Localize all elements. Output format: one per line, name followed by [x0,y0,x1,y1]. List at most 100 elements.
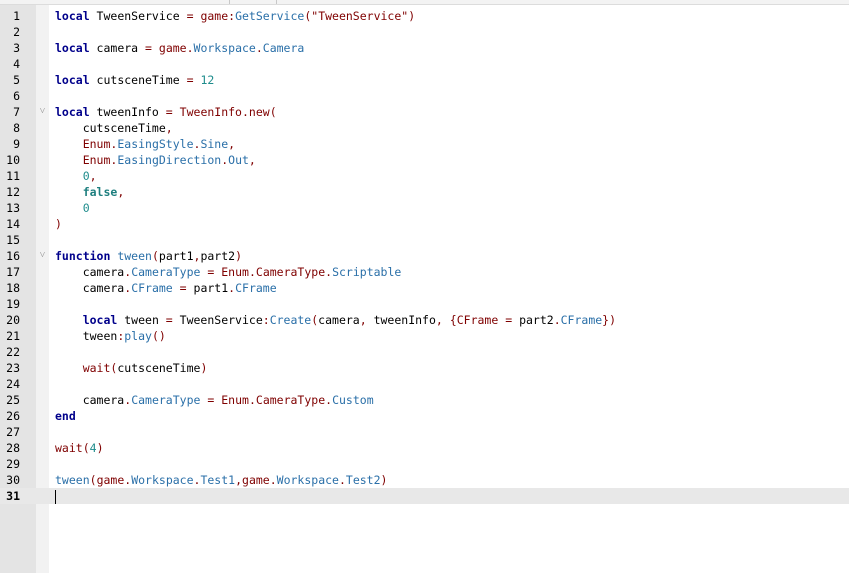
code-token: CameraType [131,265,201,279]
code-token: local [82,313,118,327]
code-line[interactable]: 4 [0,56,849,72]
code-line[interactable]: 18 camera.CFrame = part1.CFrame [0,280,849,296]
code-token: camera [318,313,360,327]
code-line[interactable]: 7 ˅ local tweenInfo = TweenInfo.new( [0,104,849,120]
code-line[interactable]: 8 cutsceneTime, [0,120,849,136]
code-lines[interactable]: 1 local TweenService = game:GetService("T… [0,8,849,504]
code-text[interactable]: ) [55,216,62,232]
code-text[interactable]: camera.CFrame = part1.CFrame [55,280,277,296]
code-text[interactable]: cutsceneTime, [55,120,173,136]
code-token: CFrame [456,313,499,327]
code-text[interactable]: wait(cutsceneTime) [55,360,208,376]
line-number: 29 [6,457,20,471]
code-token: Workspace [276,473,339,487]
code-line[interactable]: 16 ˅ function tween(part1,part2) [0,248,849,264]
code-token: , [117,185,125,199]
code-text[interactable]: 0 [55,200,90,216]
code-line[interactable]: 6 [0,88,849,104]
line-number: 3 [13,41,20,55]
code-text[interactable]: 0, [55,168,97,184]
code-text[interactable]: tween:play() [55,328,166,344]
code-token: tweenInfo [366,313,436,327]
line-number: 23 [6,361,20,375]
code-line[interactable]: 22 [0,344,849,360]
line-number: 21 [6,329,20,343]
code-line[interactable]: 3 local camera = game.Workspace.Camera [0,40,849,56]
code-line[interactable]: 25 camera.CameraType = Enum.CameraType.C… [0,392,849,408]
code-text[interactable]: local tween = TweenService:Create(camera… [55,312,616,328]
code-text[interactable]: Enum.EasingStyle.Sine, [55,136,235,152]
code-token: TweenService [172,313,263,327]
code-line[interactable]: 31 [0,488,849,504]
code-text[interactable]: false, [55,184,125,200]
code-token: function [55,249,111,263]
code-line[interactable]: 1 local TweenService = game:GetService("T… [0,8,849,24]
code-line[interactable]: 29 [0,456,849,472]
code-token: camera [55,265,125,279]
code-line[interactable]: 20 local tween = TweenService:Create(cam… [0,312,849,328]
fold-toggle-icon[interactable]: ˅ [37,104,48,120]
code-token: cutsceneTime [117,361,201,375]
code-token: Out [228,153,249,167]
code-line[interactable]: 17 camera.CameraType = Enum.CameraType.S… [0,264,849,280]
code-line[interactable]: 12 false, [0,184,849,200]
code-line[interactable]: 2 [0,24,849,40]
code-token: new [248,105,270,119]
fold-toggle-icon[interactable]: ˅ [37,248,48,264]
code-text[interactable]: local camera = game.Workspace.Camera [55,40,304,56]
code-token: 12 [200,73,215,87]
line-number: 13 [6,201,20,215]
code-token: "TweenService" [311,9,409,23]
code-line[interactable]: 9 Enum.EasingStyle.Sine, [0,136,849,152]
code-line[interactable]: 26 end [0,408,849,424]
code-text[interactable]: local tweenInfo = TweenInfo.new( [55,104,277,120]
code-token: ) [55,217,62,231]
code-token: = [186,9,194,23]
code-token: . [255,41,263,55]
code-line[interactable]: 10 Enum.EasingDirection.Out, [0,152,849,168]
line-number: 17 [6,265,20,279]
code-token: , [359,313,367,327]
code-text[interactable] [55,488,56,504]
line-number: 28 [6,441,20,455]
code-text[interactable]: end [55,408,76,424]
code-line[interactable]: 28 wait(4) [0,440,849,456]
code-line[interactable]: 27 [0,424,849,440]
code-line[interactable]: 24 [0,376,849,392]
code-token: = [179,281,187,295]
line-number: 9 [13,137,20,151]
line-number: 15 [6,233,20,247]
code-line[interactable]: 11 0, [0,168,849,184]
code-text[interactable]: local cutsceneTime = 12 [55,72,214,88]
code-line[interactable]: 30 tween(game.Workspace.Test1,game.Worksp… [0,472,849,488]
code-line[interactable]: 5 local cutsceneTime = 12 [0,72,849,88]
code-line[interactable]: 21 tween:play() [0,328,849,344]
line-number: 27 [6,425,20,439]
code-text[interactable]: camera.CameraType = Enum.CameraType.Cust… [55,392,374,408]
code-text[interactable]: tween(game.Workspace.Test1,game.Workspac… [55,472,387,488]
tab-strip [0,0,849,5]
code-token: local [55,41,90,55]
code-token: camera [89,41,146,55]
code-editor[interactable]: 1 local TweenService = game:GetService("T… [0,0,849,573]
code-token: EasingStyle [117,137,194,151]
code-token: ) [408,9,416,23]
code-line[interactable]: 15 [0,232,849,248]
code-line[interactable]: 14) [0,216,849,232]
code-token: Custom [332,393,374,407]
code-text[interactable]: function tween(part1,part2) [55,248,242,264]
code-text[interactable]: wait(4) [55,440,104,456]
code-text[interactable]: camera.CameraType = Enum.CameraType.Scri… [55,264,402,280]
code-text[interactable]: Enum.EasingDirection.Out, [55,152,256,168]
line-number: 1 [13,9,20,23]
code-line[interactable]: 13 0 [0,200,849,216]
code-token: cutsceneTime [89,73,187,87]
code-line[interactable]: 19 [0,296,849,312]
code-line[interactable]: 23 wait(cutsceneTime) [0,360,849,376]
code-token: . [248,393,256,407]
line-number: 19 [6,297,20,311]
code-text[interactable]: local TweenService = game:GetService("Tw… [55,8,415,24]
